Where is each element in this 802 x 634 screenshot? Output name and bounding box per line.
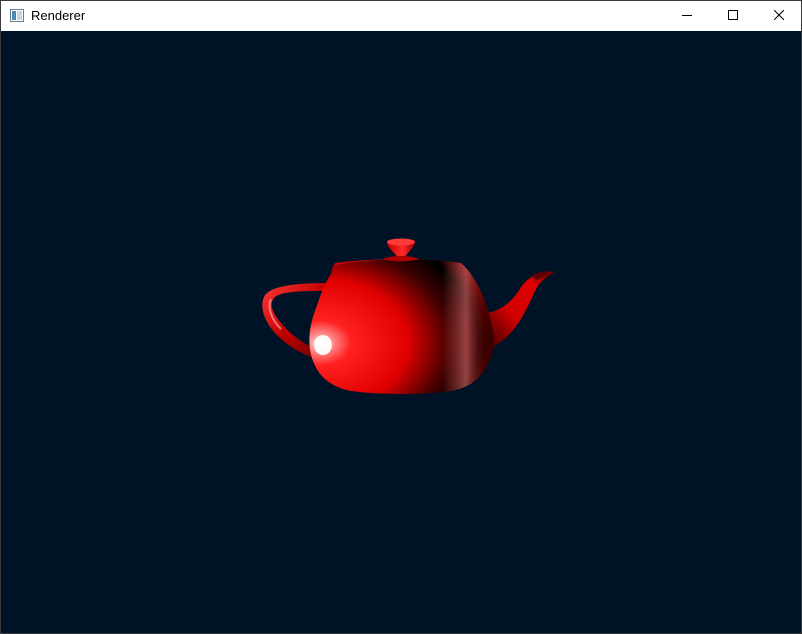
teapot-specular-highlight — [314, 335, 332, 355]
maximize-button[interactable] — [710, 1, 756, 31]
render-viewport[interactable] — [1, 31, 801, 633]
window-app-icon — [10, 9, 24, 22]
minimize-button[interactable] — [664, 1, 710, 31]
minimize-icon — [682, 7, 692, 25]
close-icon — [773, 7, 785, 25]
window-title: Renderer — [31, 8, 86, 23]
title-bar[interactable]: Renderer — [1, 1, 801, 31]
maximize-icon — [728, 7, 738, 25]
close-button[interactable] — [756, 1, 801, 31]
renderer-window: Renderer — [0, 0, 802, 634]
scene-canvas — [1, 31, 801, 633]
teapot-body-rim-light — [309, 259, 494, 394]
teapot-knob-top — [387, 238, 415, 246]
